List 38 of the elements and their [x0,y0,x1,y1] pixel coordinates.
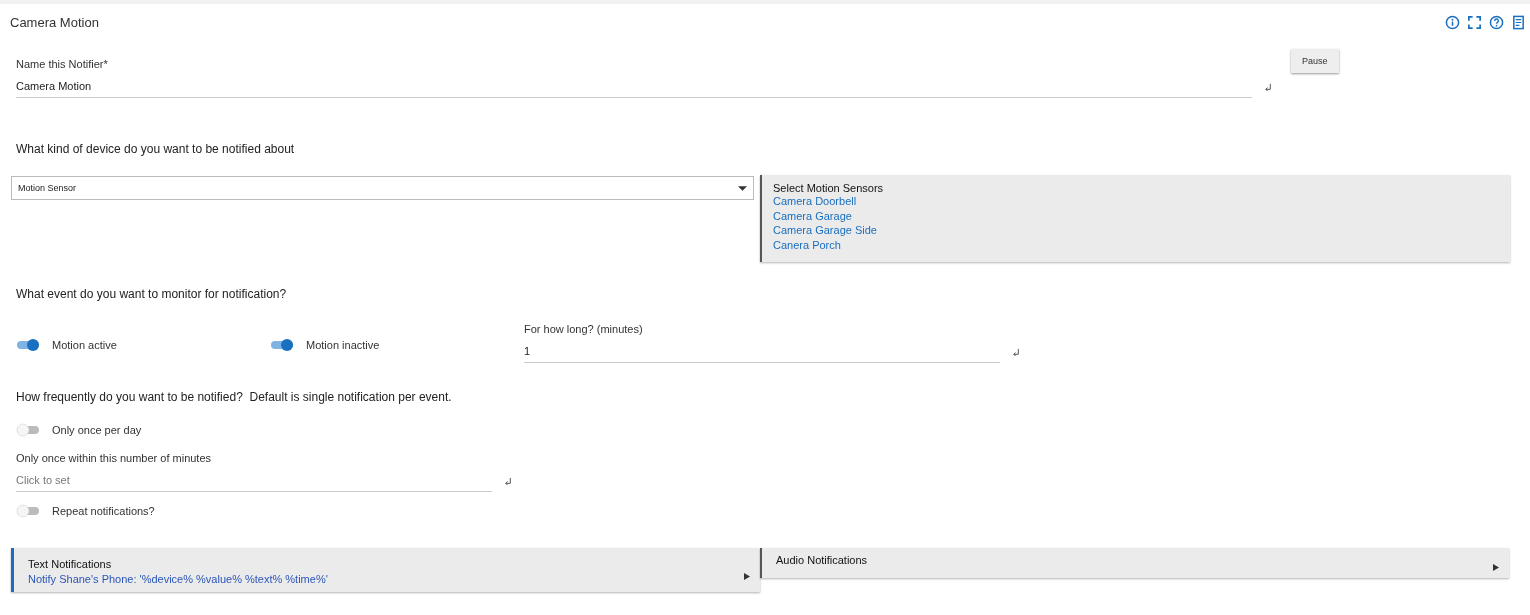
toggle-switch[interactable] [16,423,40,437]
toggle-label: Repeat notifications? [52,505,155,517]
enter-icon [1264,83,1273,92]
panel-title: Select Motion Sensors [773,182,885,194]
name-field[interactable]: Camera Motion [16,80,1252,98]
toggle-label: Motion active [52,339,117,351]
enter-icon [1012,348,1021,357]
field-label: Only once within this number of minutes [16,452,213,464]
document-icon[interactable] [1511,14,1526,30]
help-icon[interactable] [1489,14,1504,30]
sensor-link[interactable]: Camera Garage [773,208,1499,223]
sensor-link[interactable]: Camera Garage Side [773,223,1499,238]
device-question: What kind of device do you want to be notified about [16,142,296,156]
toggle-switch[interactable] [270,338,294,352]
notification-section[interactable]: Text Notifications Notify Shane's Phone: '%device% %value% %text% %time%' [11,548,760,592]
dropdown-caret-icon [738,185,747,191]
expand-arrow-icon [1493,564,1499,571]
pause-button[interactable]: Pause [1291,49,1339,73]
toggle-label: Motion inactive [306,339,380,351]
sensor-panel[interactable]: Select Motion Sensors Camera Doorbell Camera Garage Camera Garage Side Canera Porch [760,175,1510,262]
info-icon[interactable] [1445,14,1460,30]
enter-icon [504,477,513,486]
expand-arrow-icon [744,573,750,580]
sensor-link[interactable]: Canera Porch [773,237,1499,252]
device-select[interactable]: Motion Sensor [11,176,754,200]
frequency-question: How frequently do you want to be notified? Default is single notification per event. [16,390,453,404]
notification-section[interactable]: Audio Notifications [760,548,1509,578]
sensor-link[interactable]: Camera Doorbell [773,194,1499,209]
event-question: What event do you want to monitor for notification? [16,287,288,301]
toggle-label: Only once per day [52,424,142,436]
minutes-field[interactable]: Click to set [16,474,492,492]
toggle-switch[interactable] [16,504,40,518]
toggle-switch[interactable] [16,338,40,352]
duration-field[interactable]: 1 [524,345,1000,363]
page-title: Camera Motion [10,14,99,30]
field-label: Name this Notifier* [16,58,109,70]
field-label: For how long? (minutes) [524,323,644,335]
fullscreen-icon[interactable] [1467,14,1482,30]
